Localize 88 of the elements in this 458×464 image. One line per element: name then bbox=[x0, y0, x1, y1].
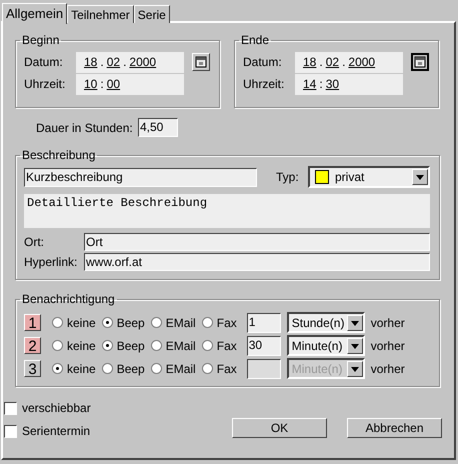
option-label: EMail bbox=[166, 338, 196, 352]
option-label: Beep bbox=[116, 362, 145, 376]
tab[interactable]: Teilnehmer bbox=[67, 5, 134, 23]
reminder-number: 3 bbox=[24, 360, 41, 377]
radio-button[interactable] bbox=[102, 363, 113, 374]
reminder-number: 2 bbox=[24, 337, 41, 354]
separator: . bbox=[123, 55, 126, 69]
field-label: Dauer in Stunden: bbox=[36, 120, 134, 134]
option-label: keine bbox=[67, 362, 96, 376]
option-label: keine bbox=[67, 316, 96, 330]
separator: . bbox=[100, 55, 104, 69]
checkbox-label: Serientermin bbox=[22, 424, 90, 438]
dialog-button[interactable]: OK bbox=[232, 418, 327, 438]
option-label: EMail bbox=[166, 362, 196, 376]
title-field[interactable]: Kurzbeschreibung bbox=[24, 168, 257, 186]
time-field[interactable]: 10 : 00 bbox=[76, 74, 184, 94]
dropdown-value: Stunde(n) bbox=[292, 316, 346, 330]
option-label: Fax bbox=[216, 338, 237, 352]
option-label: keine bbox=[67, 338, 96, 352]
radio-button[interactable] bbox=[102, 340, 113, 351]
radio-button[interactable] bbox=[102, 317, 113, 328]
date-part-text: 18 bbox=[303, 55, 316, 69]
option-label: Fax bbox=[216, 316, 237, 330]
separator: : bbox=[100, 77, 104, 91]
field-label: vorher bbox=[370, 316, 405, 330]
group-title: Ende bbox=[240, 33, 270, 47]
field-label: Uhrzeit: bbox=[24, 77, 66, 91]
checkbox[interactable] bbox=[4, 424, 17, 438]
checkbox[interactable] bbox=[4, 402, 17, 414]
tab[interactable]: Serie bbox=[134, 5, 170, 23]
field-label: Hyperlink: bbox=[24, 255, 78, 269]
checkbox-label: verschiebbar bbox=[22, 401, 91, 415]
separator: : bbox=[319, 77, 323, 91]
radio-button[interactable] bbox=[202, 317, 213, 328]
reminder-number: 1 bbox=[24, 314, 41, 331]
group-title: Beschreibung bbox=[21, 148, 96, 162]
description-field[interactable]: Detaillierte Beschreibung bbox=[24, 194, 430, 228]
date-part-text: 2000 bbox=[129, 55, 156, 69]
radio-button[interactable] bbox=[150, 340, 162, 351]
dialog-button[interactable]: Abbrechen bbox=[347, 418, 442, 438]
date-part-text: 14 bbox=[303, 77, 316, 91]
option-label: Beep bbox=[116, 316, 145, 330]
option-label: Fax bbox=[216, 362, 237, 376]
date-part-text: 2000 bbox=[348, 55, 376, 69]
field-label: Typ: bbox=[276, 170, 300, 184]
time-field[interactable]: 14 : 30 bbox=[295, 74, 403, 94]
date-field[interactable]: 18 . 02 . 2000 bbox=[76, 52, 184, 72]
date-part-text: 00 bbox=[106, 77, 120, 91]
unit-dropdown[interactable]: Minute(n) bbox=[286, 335, 365, 356]
radio-button[interactable] bbox=[52, 340, 63, 351]
tab[interactable]: Allgemein bbox=[2, 3, 68, 24]
date-part-text: 02 bbox=[106, 55, 120, 69]
group-title: Beginn bbox=[21, 33, 60, 47]
amount-field[interactable]: 30 bbox=[246, 336, 281, 356]
date-part-text: 30 bbox=[326, 77, 340, 91]
date-part-text: 10 bbox=[84, 77, 98, 91]
separator: . bbox=[319, 55, 323, 69]
radio-button[interactable] bbox=[150, 317, 162, 328]
field-label: vorher bbox=[370, 362, 405, 376]
amount-field[interactable]: 1 bbox=[246, 312, 281, 332]
unit-dropdown[interactable]: Stunde(n) bbox=[286, 312, 365, 333]
date-field[interactable]: 18 . 02 . 2000 bbox=[295, 52, 403, 72]
duration-field[interactable]: 4,50 bbox=[138, 118, 178, 137]
amount-field[interactable] bbox=[246, 358, 281, 378]
type-dropdown[interactable]: privat bbox=[308, 166, 430, 188]
location-field[interactable]: Ort bbox=[84, 233, 430, 251]
field-label: Ort: bbox=[24, 235, 45, 249]
hyperlink-field[interactable]: www.orf.at bbox=[84, 253, 430, 271]
radio-button[interactable] bbox=[150, 363, 162, 374]
radio-button[interactable] bbox=[202, 340, 213, 351]
calendar-icon bbox=[414, 56, 426, 68]
dropdown-value: Minute(n) bbox=[292, 338, 344, 352]
calendar-button[interactable] bbox=[411, 53, 429, 71]
group-title: Benachrichtigung bbox=[21, 292, 116, 306]
radio-button[interactable] bbox=[202, 363, 213, 374]
radio-button[interactable] bbox=[52, 317, 63, 328]
field-label: vorher bbox=[370, 338, 405, 352]
field-label: Datum: bbox=[24, 55, 64, 69]
separator: . bbox=[342, 55, 346, 69]
field-label: Datum: bbox=[243, 55, 283, 69]
field-label: Uhrzeit: bbox=[243, 77, 286, 91]
date-part-text: 02 bbox=[326, 55, 340, 69]
option-label: Beep bbox=[116, 338, 145, 352]
date-part-text: 18 bbox=[84, 55, 98, 69]
radio-button[interactable] bbox=[52, 363, 63, 374]
option-label: EMail bbox=[166, 316, 196, 330]
dropdown-value: privat bbox=[335, 170, 366, 184]
calendar-icon bbox=[195, 56, 207, 68]
